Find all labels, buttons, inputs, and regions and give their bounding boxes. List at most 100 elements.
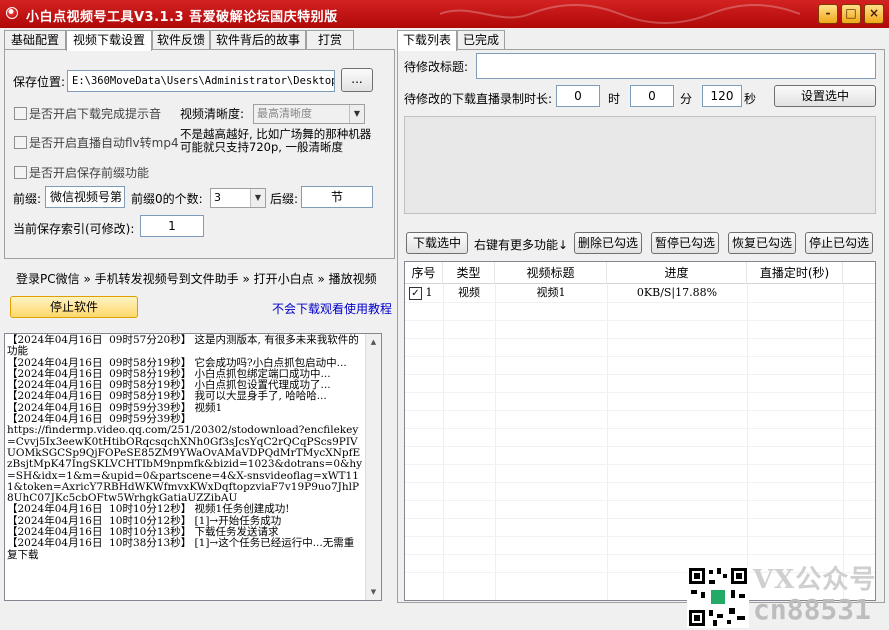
title-decoration [440,4,800,24]
row-divider [405,392,875,393]
prefix-input[interactable]: 微信视频号第 [45,186,125,208]
resume-checked-button[interactable]: 恢复已勾选 [728,232,796,254]
stop-checked-button[interactable]: 停止已勾选 [805,232,873,254]
log-scrollbar[interactable]: ▲ ▼ [365,334,381,600]
chevron-down-icon: ▼ [349,105,364,123]
tab-video-download-settings[interactable]: 视频下载设置 [66,30,152,51]
preview-area [404,116,876,214]
stop-software-button[interactable]: 停止软件 [10,296,138,318]
help-tutorial-link[interactable]: 不会下载观看使用教程 [272,300,392,317]
minutes-input[interactable]: 0 [630,85,674,107]
pause-checked-button[interactable]: 暂停已勾选 [651,232,719,254]
scroll-up-icon[interactable]: ▲ [366,334,381,350]
row-divider [405,374,875,375]
log-line: 【2024年04月16日 10时38分13秒】 [1]→这个任务已经运行中...… [7,537,355,561]
save-index-input[interactable]: 1 [140,215,204,237]
download-selected-button[interactable]: 下载选中 [406,232,468,254]
row-progress: 0KB/S|17.88% [636,286,718,299]
row-divider [405,482,875,483]
log-line: 【2024年04月16日 09时57分20秒】 这是内测版本, 有很多未来我软件… [7,334,359,358]
watermark-line2: cn88531 [753,593,872,626]
seconds-input[interactable]: 120 [702,85,742,107]
maximize-button[interactable]: □ [841,4,861,24]
tab-download-list[interactable]: 下载列表 [397,30,457,51]
save-prefix-label: 是否开启保存前缀功能 [29,166,150,180]
settings-panel: 保存位置: E:\360MoveData\Users\Administrator… [4,49,395,259]
tab-feedback[interactable]: 软件反馈 [152,30,210,50]
leading-zeros-select[interactable]: 3 ▼ [210,188,266,208]
browse-button[interactable]: ... [341,68,373,92]
title-edit-input[interactable] [476,53,876,79]
seconds-unit: 秒 [744,92,757,106]
quick-links: 登录PC微信 » 手机转发视频号到文件助手 » 打开小白点 » 播放视频 [16,270,377,287]
tab-basic-config[interactable]: 基础配置 [4,30,66,50]
clarity-select[interactable]: 最高清晰度 ▼ [253,104,365,124]
login-wechat-link[interactable]: 登录PC微信 [16,272,80,286]
col-type[interactable]: 类型 [443,262,495,284]
suffix-input[interactable]: 节 [301,186,373,208]
title-bar: 小白点视频号工具V3.1.3 吾爱破解论坛国庆特别版 - □ × [0,0,889,28]
row-divider [405,410,875,411]
separator: » [83,272,91,286]
suffix-label: 后缀: [270,192,299,206]
scroll-down-icon[interactable]: ▼ [366,584,381,600]
col-schedule[interactable]: 直播定时(秒) [747,262,843,284]
save-index-label: 当前保存索引(可修改): [13,222,135,236]
app-icon [6,7,18,19]
minimize-button[interactable]: - [818,4,838,24]
auto-flv-checkbox[interactable] [14,136,27,149]
table-header: 序号 类型 视频标题 进度 直播定时(秒) [405,262,875,284]
row-divider [405,446,875,447]
save-location-label: 保存位置: [13,75,66,89]
tab-donate[interactable]: 打赏 [306,30,354,50]
tab-story[interactable]: 软件背后的故事 [210,30,306,50]
row-divider [405,320,875,321]
chevron-down-icon: ▼ [250,189,265,207]
minutes-unit: 分 [680,92,693,106]
close-button[interactable]: × [864,4,884,24]
row-divider [405,428,875,429]
col-progress[interactable]: 进度 [607,262,747,284]
clarity-value: 最高清晰度 [257,107,312,120]
window-title: 小白点视频号工具V3.1.3 吾爱破解论坛国庆特别版 [26,10,338,25]
more-functions-hint: 右键有更多功能↓ [474,238,569,252]
row-schedule [747,284,843,302]
open-xiaobaidian-link[interactable]: 打开小白点 [254,272,314,286]
leading-zeros-value: 3 [214,191,221,204]
save-prefix-checkbox[interactable] [14,166,27,179]
play-video-link[interactable]: 播放视频 [329,272,377,286]
apply-selected-button[interactable]: 设置选中 [774,85,876,107]
qr-code-icon [687,566,749,628]
tab-completed[interactable]: 已完成 [457,30,505,50]
auto-flv-label: 是否开启直播自动flv转mp4 [29,136,179,150]
row-divider [405,356,875,357]
row-divider [405,554,875,555]
hours-input[interactable]: 0 [556,85,600,107]
notify-complete-checkbox[interactable] [14,107,27,120]
log-output: 【2024年04月16日 09时57分20秒】 这是内测版本, 有很多未来我软件… [4,333,382,601]
left-tabstrip: 基础配置 视频下载设置 软件反馈 软件背后的故事 打赏 [4,30,394,51]
row-divider [405,338,875,339]
row-divider [405,500,875,501]
row-index-cell: ✓ 1 [409,284,443,302]
watermark-line1: VX公众号 [753,565,877,595]
watermark: VX公众号 cn88531 [687,566,887,628]
save-location-input[interactable]: E:\360MoveData\Users\Administrator\Deskt… [67,70,335,92]
separator: » [242,272,250,286]
log-body: 【2024年04月16日 09时57分20秒】 这是内测版本, 有很多未来我软件… [7,334,379,561]
col-index[interactable]: 序号 [405,262,443,284]
delete-checked-button[interactable]: 删除已勾选 [574,232,642,254]
table-row[interactable]: ✓ 1 视频 视频1 0KB/S|17.88% [405,284,875,302]
row-divider [405,302,875,303]
row-title: 视频1 [536,286,566,299]
notify-complete-label: 是否开启下载完成提示音 [29,107,162,121]
forward-video-link[interactable]: 手机转发视频号到文件助手 [95,272,239,286]
row-checkbox[interactable]: ✓ [409,286,422,300]
col-title[interactable]: 视频标题 [495,262,607,284]
row-divider [405,536,875,537]
clarity-note: 不是越高越好, 比如广场舞的那种机器可能就只支持720p, 一般清晰度 [180,127,372,154]
row-divider [405,518,875,519]
leading-zeros-label: 前缀0的个数: [131,192,203,206]
clarity-label: 视频清晰度: [180,107,245,121]
title-edit-label: 待修改标题: [404,60,469,74]
